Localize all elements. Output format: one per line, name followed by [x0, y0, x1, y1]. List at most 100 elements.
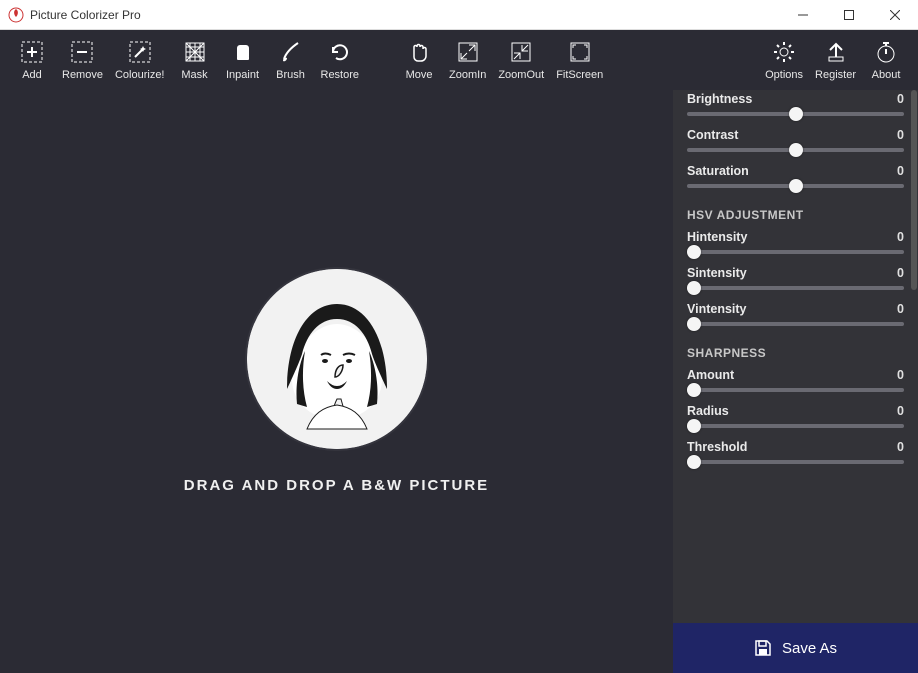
slider-amount[interactable]: Amount 0 — [673, 366, 918, 402]
slider-label: Brightness — [687, 92, 752, 106]
fit-screen-icon — [567, 39, 593, 65]
window-close-button[interactable] — [872, 0, 918, 30]
slider-track[interactable] — [687, 460, 904, 464]
save-as-button[interactable]: Save As — [673, 623, 918, 673]
hand-icon — [406, 39, 432, 65]
slider-track[interactable] — [687, 388, 904, 392]
slider-label: Amount — [687, 368, 734, 382]
slider-thumb[interactable] — [687, 419, 701, 433]
tool-restore[interactable]: Restore — [315, 35, 366, 85]
upload-icon — [823, 39, 849, 65]
slider-value: 0 — [897, 266, 904, 280]
section-title: HSV ADJUSTMENT — [673, 198, 918, 228]
remove-icon — [69, 39, 95, 65]
tool-zoomout[interactable]: ZoomOut — [492, 35, 550, 85]
slider-thumb[interactable] — [789, 107, 803, 121]
tool-label: Colourize! — [115, 69, 165, 81]
slider-radius[interactable]: Radius 0 — [673, 402, 918, 438]
mask-icon — [182, 39, 208, 65]
slider-value: 0 — [897, 128, 904, 142]
tool-label: Options — [765, 69, 803, 81]
save-icon — [754, 639, 772, 657]
slider-sintensity[interactable]: Sintensity 0 — [673, 264, 918, 300]
slider-track[interactable] — [687, 184, 904, 188]
slider-threshold[interactable]: Threshold 0 — [673, 438, 918, 474]
window-title: Picture Colorizer Pro — [30, 8, 780, 22]
slider-value: 0 — [897, 230, 904, 244]
slider-value: 0 — [897, 368, 904, 382]
adjustments-sidebar: Brightness 0 Contrast 0 Saturation 0 HSV ADJUS… — [673, 90, 918, 673]
slider-thumb[interactable] — [789, 179, 803, 193]
slider-track[interactable] — [687, 250, 904, 254]
tool-label: FitScreen — [556, 69, 603, 81]
tool-move[interactable]: Move — [395, 35, 443, 85]
slider-thumb[interactable] — [687, 245, 701, 259]
tool-inpaint[interactable]: Inpaint — [219, 35, 267, 85]
main-area: DRAG AND DROP A B&W PICTURE Brightness0C… — [0, 90, 918, 673]
tool-label: About — [872, 69, 901, 81]
slider-label: Threshold — [687, 440, 747, 454]
tool-label: Inpaint — [226, 69, 259, 81]
slider-label: Vintensity — [687, 302, 747, 316]
tool-add[interactable]: Add — [8, 35, 56, 85]
add-icon — [19, 39, 45, 65]
slider-vintensity[interactable]: Vintensity 0 — [673, 300, 918, 336]
slider-track[interactable] — [687, 148, 904, 152]
tool-label: ZoomIn — [449, 69, 486, 81]
slider-thumb[interactable] — [687, 455, 701, 469]
tool-brush[interactable]: Brush — [267, 35, 315, 85]
window-minimize-button[interactable] — [780, 0, 826, 30]
tool-remove[interactable]: Remove — [56, 35, 109, 85]
slider-label: Hintensity — [687, 230, 747, 244]
slider-value: 0 — [897, 440, 904, 454]
stopwatch-icon — [873, 39, 899, 65]
slider-contrast[interactable]: Contrast 0 — [673, 126, 918, 162]
slider-track[interactable] — [687, 322, 904, 326]
tool-label: Remove — [62, 69, 103, 81]
slider-hintensity[interactable]: Hintensity 0 — [673, 228, 918, 264]
slider-value: 0 — [897, 92, 904, 106]
section-title: SHARPNESS — [673, 336, 918, 366]
slider-label: Radius — [687, 404, 729, 418]
save-label: Save As — [782, 640, 837, 657]
zoom-out-icon — [508, 39, 534, 65]
sidebar-scrollbar[interactable] — [911, 90, 917, 290]
tool-label: Add — [22, 69, 42, 81]
tool-colourize[interactable]: Colourize! — [109, 35, 171, 85]
app-icon — [8, 7, 24, 23]
slider-track[interactable] — [687, 112, 904, 116]
slider-value: 0 — [897, 302, 904, 316]
slider-thumb[interactable] — [687, 383, 701, 397]
toolbar: Add Remove Colourize! Mask Inpaint — [0, 30, 918, 90]
slider-track[interactable] — [687, 286, 904, 290]
slider-thumb[interactable] — [789, 143, 803, 157]
slider-saturation[interactable]: Saturation 0 — [673, 162, 918, 198]
tool-register[interactable]: Register — [809, 35, 862, 85]
placeholder-avatar — [247, 269, 427, 449]
app-body: Add Remove Colourize! Mask Inpaint — [0, 30, 918, 673]
wand-icon — [127, 39, 153, 65]
slider-label: Contrast — [687, 128, 738, 142]
tool-fitscreen[interactable]: FitScreen — [550, 35, 609, 85]
slider-label: Sintensity — [687, 266, 747, 280]
undo-icon — [327, 39, 353, 65]
slider-value: 0 — [897, 164, 904, 178]
slider-thumb[interactable] — [687, 317, 701, 331]
sidebar-scroll[interactable]: Brightness 0 Contrast 0 Saturation 0 HSV ADJUS… — [673, 90, 918, 623]
slider-track[interactable] — [687, 424, 904, 428]
slider-value: 0 — [897, 404, 904, 418]
tool-mask[interactable]: Mask — [171, 35, 219, 85]
slider-label: Saturation — [687, 164, 749, 178]
titlebar: Picture Colorizer Pro — [0, 0, 918, 30]
tool-label: Restore — [321, 69, 360, 81]
zoom-in-icon — [455, 39, 481, 65]
tool-label: ZoomOut — [498, 69, 544, 81]
drop-instruction-text: DRAG AND DROP A B&W PICTURE — [184, 477, 489, 494]
window-maximize-button[interactable] — [826, 0, 872, 30]
canvas-dropzone[interactable]: DRAG AND DROP A B&W PICTURE — [0, 90, 673, 673]
tool-about[interactable]: About — [862, 35, 910, 85]
slider-thumb[interactable] — [687, 281, 701, 295]
tool-options[interactable]: Options — [759, 35, 809, 85]
tool-zoomin[interactable]: ZoomIn — [443, 35, 492, 85]
slider-brightness[interactable]: Brightness 0 — [673, 90, 918, 126]
